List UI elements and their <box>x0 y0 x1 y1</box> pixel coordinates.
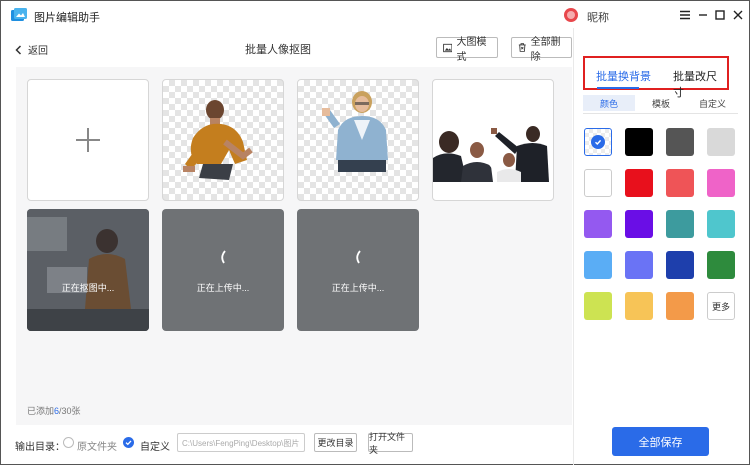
tile-status: 正在上传中... <box>331 283 385 293</box>
change-dir-button[interactable]: 更改目录 <box>314 433 357 452</box>
swatch-color[interactable] <box>707 210 735 238</box>
add-image-tile[interactable] <box>27 79 149 201</box>
mode-tabs: 批量换背景 批量改尺寸 <box>583 56 729 99</box>
image-count: 已添加6/30张 <box>27 404 81 417</box>
menu-icon[interactable] <box>678 8 692 22</box>
image-tile-meeting[interactable] <box>432 79 554 201</box>
count-prefix: 已添加 <box>27 406 55 416</box>
radio-original-folder[interactable] <box>63 437 74 448</box>
image-tile-uploading[interactable]: 正在上传中... <box>297 209 419 331</box>
swatch-color[interactable] <box>666 292 694 320</box>
delete-all-button[interactable]: 全部删除 <box>511 37 572 63</box>
plus-icon <box>76 128 100 152</box>
image-tile-processing[interactable]: 正在抠图中... <box>27 209 149 331</box>
swatch-color[interactable] <box>666 251 694 279</box>
app-title: 图片编辑助手 <box>34 12 100 24</box>
swatch-color[interactable] <box>625 128 653 156</box>
image-tile-man-cutout[interactable] <box>162 79 284 201</box>
swatch-color[interactable] <box>625 210 653 238</box>
app-window: 图片编辑助手 昵称 返回 批量人像抠图 大图模式 全部删除 正在抠图中... 正… <box>0 0 750 465</box>
loading-spinner-icon <box>356 250 361 264</box>
tile-status: 正在抠图中... <box>61 283 115 293</box>
person-cutout-image <box>183 100 253 180</box>
swatch-color[interactable] <box>584 210 612 238</box>
swatch-color[interactable] <box>584 169 612 197</box>
swatch-color[interactable] <box>584 292 612 320</box>
big-view-button[interactable]: 大图模式 <box>436 37 498 63</box>
check-circle-icon <box>591 135 605 149</box>
maximize-icon[interactable] <box>713 8 727 22</box>
tab-batch-background[interactable]: 批量换背景 <box>596 68 651 84</box>
nickname[interactable]: 昵称 <box>587 9 609 25</box>
swatch-color[interactable] <box>666 210 694 238</box>
tile-status: 正在上传中... <box>196 283 250 293</box>
radio-custom-folder[interactable] <box>123 437 134 448</box>
title-bar: 图片编辑助手 昵称 <box>2 2 750 28</box>
subtab-template[interactable]: 模板 <box>635 95 687 111</box>
swatch-color[interactable] <box>666 128 694 156</box>
check-icon <box>125 440 132 446</box>
output-dir-label: 输出目录： <box>15 442 65 453</box>
image-icon <box>443 43 453 52</box>
person-cutout-image <box>322 91 388 172</box>
swatch-color[interactable] <box>707 169 735 197</box>
image-tile-uploading[interactable]: 正在上传中... <box>162 209 284 331</box>
save-all-button[interactable]: 全部保存 <box>612 427 709 456</box>
swatch-color[interactable] <box>666 169 694 197</box>
delete-all-label: 全部删除 <box>530 36 561 63</box>
trash-icon <box>518 43 526 52</box>
group-photo-image <box>433 124 553 182</box>
back-button[interactable]: 返回 <box>15 42 48 57</box>
image-grid-area: 正在抠图中... 正在上传中... 正在上传中... <box>16 67 572 425</box>
panel-divider <box>573 28 574 465</box>
swatch-color[interactable] <box>707 128 735 156</box>
image-tile-woman-cutout[interactable] <box>297 79 419 201</box>
chevron-left-icon <box>15 44 22 55</box>
radio-original-label[interactable]: 原文件夹 <box>77 438 117 453</box>
more-colors-button[interactable]: 更多 <box>707 292 735 320</box>
page-title: 批量人像抠图 <box>245 44 311 56</box>
close-icon[interactable] <box>731 8 745 22</box>
app-logo-icon <box>11 8 27 21</box>
swatch-color[interactable] <box>625 292 653 320</box>
output-path-input[interactable]: C:\Users\FengPing\Desktop\图片 <box>177 433 305 452</box>
subtab-custom[interactable]: 自定义 <box>687 95 738 111</box>
sub-tabs-divider <box>583 113 738 114</box>
swatch-color[interactable] <box>625 169 653 197</box>
open-folder-button[interactable]: 打开文件夹 <box>368 432 413 455</box>
subtab-color[interactable]: 颜色 <box>583 95 635 111</box>
swatch-color[interactable] <box>625 251 653 279</box>
active-tab-indicator <box>597 87 639 89</box>
swatch-color[interactable] <box>707 251 735 279</box>
sub-tabs: 颜色 模板 自定义 <box>583 95 738 111</box>
back-label: 返回 <box>28 46 48 57</box>
radio-custom-label[interactable]: 自定义 <box>140 438 170 453</box>
swatch-color[interactable] <box>584 251 612 279</box>
swatch-transparent[interactable] <box>584 128 612 156</box>
processing-photo <box>27 209 149 331</box>
avatar[interactable] <box>564 8 578 22</box>
count-total: /30张 <box>59 406 81 416</box>
loading-spinner-icon <box>221 250 226 264</box>
big-view-label: 大图模式 <box>456 36 487 63</box>
minimize-icon[interactable] <box>696 8 710 22</box>
